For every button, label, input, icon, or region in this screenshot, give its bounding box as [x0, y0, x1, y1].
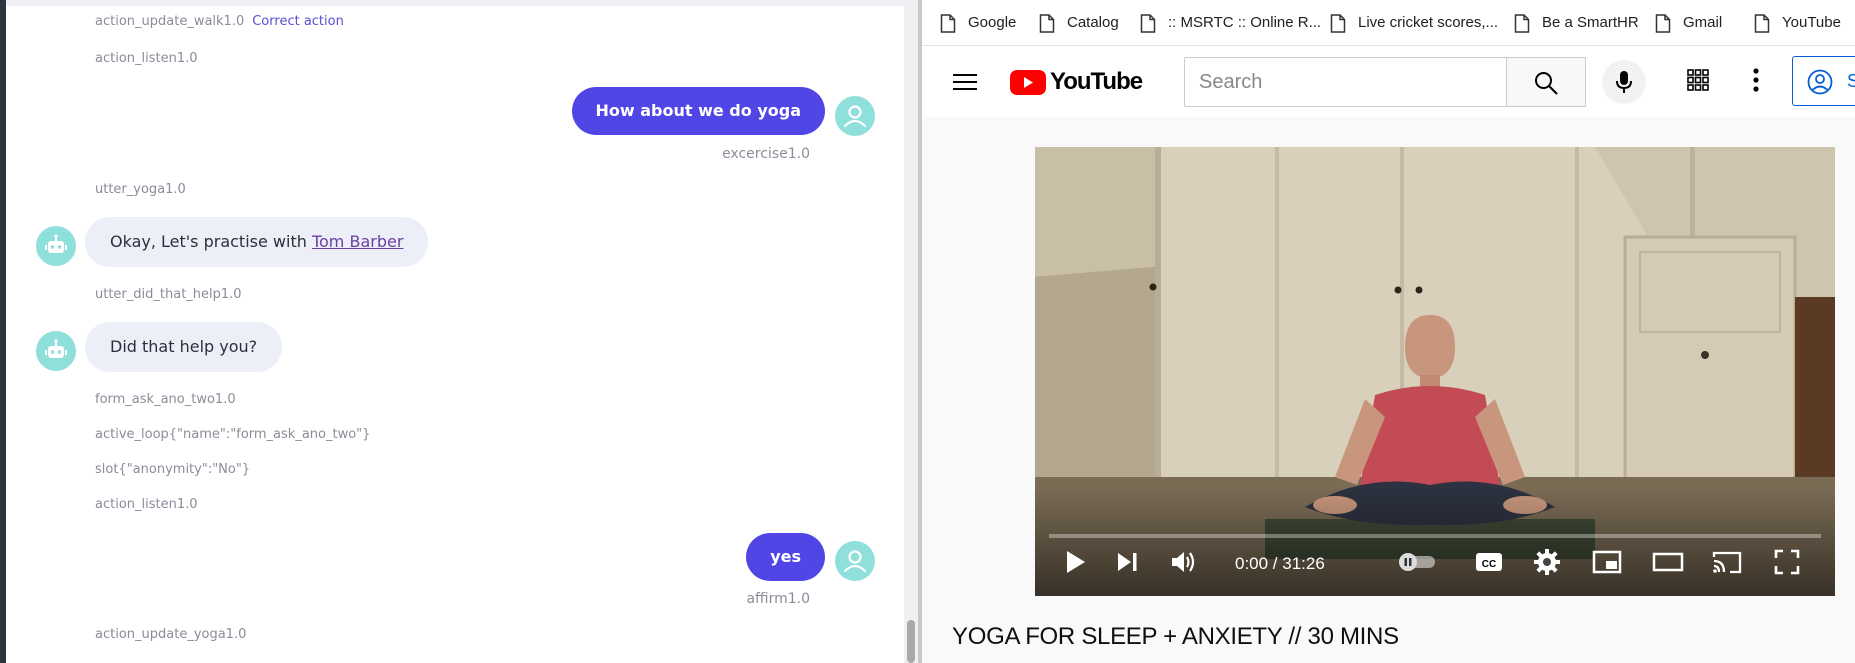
bookmark-label: Live cricket scores,... [1358, 14, 1499, 31]
bookmark-label: Gmail [1683, 14, 1723, 31]
sign-in-button[interactable]: S [1792, 56, 1855, 106]
account-icon [1807, 69, 1833, 95]
robot-icon [45, 339, 67, 358]
user-icon [843, 550, 867, 573]
bookmark-label: Google [968, 14, 1017, 31]
page-icon [1514, 14, 1530, 33]
intent-label: affirm1.0 [746, 591, 810, 607]
svg-text:CC: CC [1482, 559, 1496, 570]
tom-barber-link[interactable]: Tom Barber [312, 232, 403, 251]
captions-icon[interactable]: CC [1473, 547, 1505, 577]
chat-meta-line: active_loop{"name":"form_ask_ano_two"} [95, 427, 371, 442]
bot-avatar [36, 331, 76, 371]
controls-gradient [1035, 487, 1835, 596]
settings-gear-icon[interactable] [1532, 547, 1562, 577]
volume-icon[interactable] [1169, 547, 1199, 577]
user-avatar [835, 96, 875, 136]
bot-avatar [36, 226, 76, 266]
user-avatar [835, 541, 875, 581]
correct-action-link[interactable]: Correct action [252, 14, 344, 29]
more-options-icon[interactable] [1752, 67, 1760, 93]
chat-meta-line: utter_yoga1.0 [95, 182, 186, 197]
youtube-wordmark: YouTube [1050, 68, 1143, 95]
search-button[interactable] [1507, 57, 1586, 107]
browser-window: Google Catalog :: MSRTC :: Online R... L… [922, 0, 1855, 663]
chat-meta-line: action_listen1.0 [95, 51, 198, 66]
miniplayer-icon[interactable] [1591, 547, 1623, 577]
apps-grid-icon[interactable] [1687, 69, 1709, 91]
youtube-play-logo-icon [1010, 70, 1046, 95]
watch-page: 0:00 / 31:26 CC YOGA FOR SLEEP + ANXIETY… [922, 117, 1855, 663]
bot-message-text: Okay, Let's practise with [110, 232, 312, 251]
page-icon [1754, 14, 1770, 33]
youtube-logo[interactable]: YouTube [1010, 67, 1143, 97]
user-message-bubble: yes [746, 533, 825, 581]
user-icon [843, 105, 867, 128]
intent-label: excercise1.0 [722, 146, 810, 162]
bookmarks-bar: Google Catalog :: MSRTC :: Online R... L… [922, 0, 1855, 46]
search-input[interactable] [1185, 58, 1506, 106]
sign-in-label: S [1847, 71, 1855, 91]
chat-meta-line: action_update_walk1.0 Correct action [95, 14, 344, 29]
voice-search-button[interactable] [1602, 60, 1646, 104]
bookmark-label: :: MSRTC :: Online R... [1168, 14, 1322, 31]
cast-icon[interactable] [1711, 547, 1743, 577]
scrollbar-thumb[interactable] [907, 620, 915, 663]
bookmark-label: YouTube [1782, 14, 1841, 31]
time-display: 0:00 / 31:26 [1235, 554, 1325, 573]
chat-meta-line: slot{"anonymity":"No"} [95, 462, 251, 477]
user-message-bubble: How about we do yoga [571, 87, 825, 135]
chat-meta-line: form_ask_ano_two1.0 [95, 392, 236, 407]
chat-meta-line: action_listen1.0 [95, 497, 198, 512]
search-icon [1535, 72, 1558, 95]
panel-top-border [6, 0, 909, 6]
search-box [1184, 57, 1507, 107]
autoplay-toggle-icon[interactable] [1397, 551, 1437, 573]
page-icon [1330, 14, 1346, 33]
bookmark-label: Be a SmartHR [1542, 14, 1639, 31]
theater-mode-icon[interactable] [1651, 547, 1685, 577]
video-title: YOGA FOR SLEEP + ANXIETY // 30 MINS [952, 623, 1399, 650]
play-icon[interactable] [1060, 547, 1090, 577]
bookmark-label: Catalog [1067, 14, 1119, 31]
chat-meta-line: action_update_yoga1.0 [95, 627, 247, 642]
youtube-header: YouTube Search S [922, 47, 1855, 117]
page-icon [940, 14, 956, 33]
meta-text: action_update_walk1.0 [95, 14, 245, 29]
video-player[interactable]: 0:00 / 31:26 CC [1035, 147, 1835, 596]
page-icon [1655, 14, 1671, 33]
next-video-icon[interactable] [1112, 547, 1142, 577]
fullscreen-icon[interactable] [1772, 547, 1802, 577]
chat-panel: action_update_walk1.0 Correct action acti… [6, 0, 909, 663]
chat-scrollbar[interactable] [904, 0, 918, 663]
page-icon [1140, 14, 1156, 33]
progress-bar[interactable] [1049, 534, 1821, 538]
robot-icon [45, 234, 67, 253]
bot-message-bubble: Okay, Let's practise with Tom Barber [85, 217, 429, 267]
hamburger-menu-icon[interactable] [952, 69, 978, 95]
microphone-icon [1616, 71, 1632, 93]
chat-meta-line: utter_did_that_help1.0 [95, 287, 242, 302]
bot-message-bubble: Did that help you? [85, 322, 283, 372]
page-icon [1039, 14, 1055, 33]
